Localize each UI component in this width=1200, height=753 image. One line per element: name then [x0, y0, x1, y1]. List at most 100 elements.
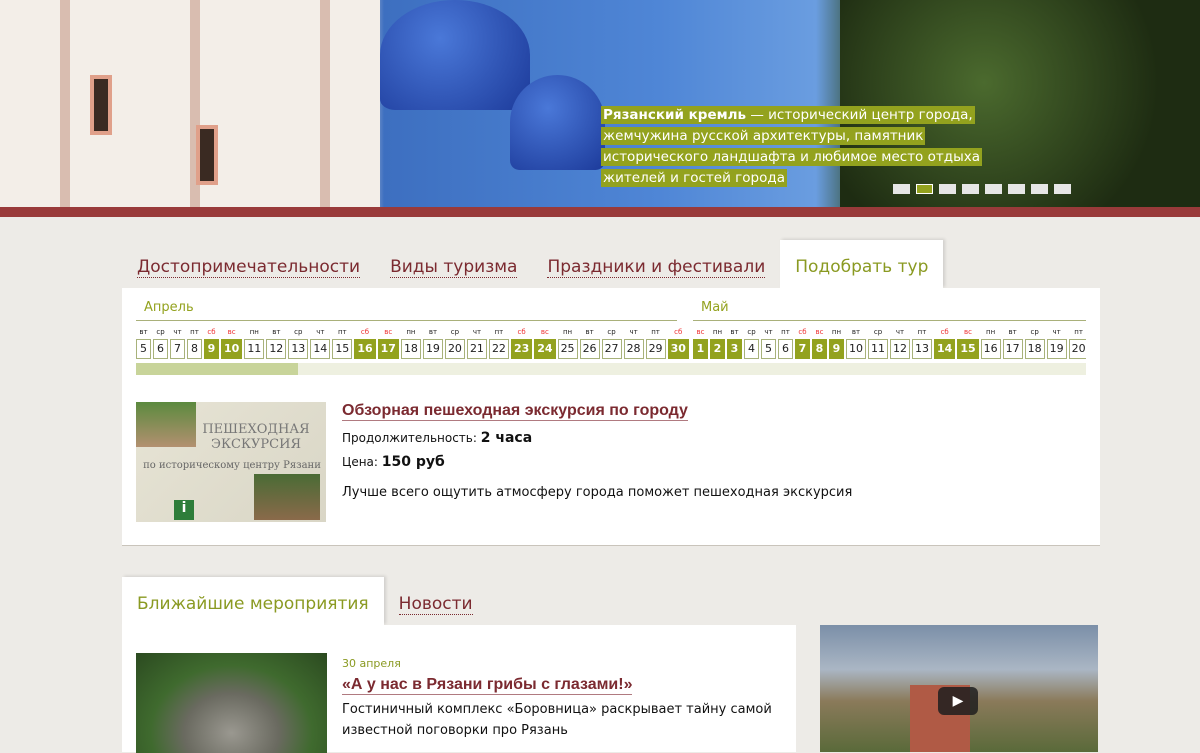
day-number[interactable]: 29 — [645, 339, 666, 359]
calendar-day[interactable]: сб 7 — [795, 325, 810, 359]
day-number[interactable]: 7 — [170, 339, 185, 359]
calendar-day[interactable]: вт 12 — [266, 325, 287, 359]
day-number[interactable]: 10 — [221, 339, 243, 359]
calendar-day[interactable]: вс 17 — [377, 325, 399, 359]
day-number[interactable]: 12 — [890, 339, 910, 359]
calendar-day[interactable]: вт 26 — [579, 325, 600, 359]
day-number[interactable]: 13 — [288, 339, 309, 359]
slider-dot[interactable] — [985, 184, 1002, 194]
tab[interactable]: Ближайшие мероприятия — [122, 577, 384, 625]
slider-dot[interactable] — [1008, 184, 1025, 194]
day-number[interactable]: 7 — [795, 339, 810, 359]
slider-dot[interactable] — [1054, 184, 1071, 194]
day-number[interactable]: 17 — [1002, 339, 1023, 359]
calendar-day[interactable]: вс 24 — [534, 325, 556, 359]
calendar-day[interactable]: чт 12 — [890, 325, 910, 359]
day-number[interactable]: 16 — [980, 339, 1001, 359]
calendar-day[interactable]: ср 11 — [868, 325, 888, 359]
day-number[interactable]: 9 — [204, 339, 219, 359]
slider-dot[interactable] — [893, 184, 910, 194]
calendar-day[interactable]: чт 7 — [170, 325, 185, 359]
calendar-day[interactable]: вс 10 — [221, 325, 243, 359]
calendar-day[interactable]: вт 5 — [136, 325, 151, 359]
calendar-day[interactable]: пн 18 — [400, 325, 421, 359]
event-title-link[interactable]: «А у нас в Рязани грибы с глазами!» — [342, 676, 633, 695]
calendar-scroll-thumb[interactable] — [136, 363, 298, 375]
calendar-day[interactable]: пт 22 — [488, 325, 509, 359]
day-number[interactable]: 14 — [310, 339, 331, 359]
slider-dot[interactable] — [1031, 184, 1048, 194]
day-number[interactable]: 21 — [466, 339, 487, 359]
day-number[interactable]: 27 — [601, 339, 622, 359]
video-player[interactable]: ▶ — [820, 625, 1098, 752]
tab[interactable]: Новости — [384, 577, 488, 625]
calendar-day[interactable]: пн 11 — [244, 325, 265, 359]
calendar-day[interactable]: пт 29 — [645, 325, 666, 359]
calendar-day[interactable]: чт 5 — [761, 325, 776, 359]
calendar-scrollbar[interactable] — [136, 363, 1086, 375]
calendar-day[interactable]: чт 19 — [1046, 325, 1067, 359]
calendar-day[interactable]: сб 23 — [510, 325, 533, 359]
calendar-day[interactable]: сб 14 — [934, 325, 956, 359]
calendar-day[interactable]: ср 4 — [744, 325, 759, 359]
calendar-day[interactable]: пн 9 — [829, 325, 844, 359]
calendar-day[interactable]: вт 10 — [846, 325, 866, 359]
calendar-day[interactable]: пт 8 — [187, 325, 202, 359]
calendar-day[interactable]: сб 16 — [354, 325, 376, 359]
day-number[interactable]: 12 — [266, 339, 287, 359]
slider-dot[interactable] — [962, 184, 979, 194]
day-number[interactable]: 6 — [778, 339, 793, 359]
day-number[interactable]: 18 — [1024, 339, 1045, 359]
day-number[interactable]: 11 — [244, 339, 265, 359]
calendar-day[interactable]: вс 8 — [812, 325, 827, 359]
day-number[interactable]: 4 — [744, 339, 759, 359]
calendar-day[interactable]: пн 25 — [557, 325, 578, 359]
calendar-day[interactable]: ср 27 — [601, 325, 622, 359]
day-number[interactable]: 3 — [727, 339, 742, 359]
day-number[interactable]: 8 — [812, 339, 827, 359]
day-number[interactable]: 25 — [557, 339, 578, 359]
day-number[interactable]: 5 — [136, 339, 151, 359]
day-number[interactable]: 13 — [912, 339, 932, 359]
tab[interactable]: Праздники и фестивали — [532, 240, 780, 288]
play-icon[interactable]: ▶ — [938, 687, 978, 715]
day-number[interactable]: 19 — [1046, 339, 1067, 359]
event-image[interactable] — [136, 653, 327, 753]
day-number[interactable]: 10 — [846, 339, 866, 359]
tab[interactable]: Достопримечательности — [122, 240, 375, 288]
calendar-day[interactable]: пт 20 — [1068, 325, 1086, 359]
calendar-day[interactable]: ср 20 — [444, 325, 465, 359]
calendar-day[interactable]: чт 21 — [466, 325, 487, 359]
calendar-day[interactable]: чт 28 — [623, 325, 644, 359]
calendar-day[interactable]: пт 13 — [912, 325, 932, 359]
calendar-day[interactable]: вт 3 — [727, 325, 742, 359]
calendar-day[interactable]: вт 17 — [1002, 325, 1023, 359]
day-number[interactable]: 24 — [534, 339, 556, 359]
calendar-day[interactable]: пн 2 — [710, 325, 725, 359]
day-number[interactable]: 17 — [377, 339, 399, 359]
calendar-day[interactable]: вс 1 — [693, 325, 708, 359]
tour-title-link[interactable]: Обзорная пешеходная экскурсия по городу — [342, 402, 688, 421]
day-number[interactable]: 30 — [667, 339, 689, 359]
day-number[interactable]: 2 — [710, 339, 725, 359]
calendar-day[interactable]: ср 6 — [153, 325, 168, 359]
day-number[interactable]: 23 — [510, 339, 533, 359]
calendar-day[interactable]: пт 15 — [332, 325, 353, 359]
day-number[interactable]: 19 — [422, 339, 443, 359]
day-number[interactable]: 26 — [579, 339, 600, 359]
calendar-day[interactable]: пн 16 — [980, 325, 1001, 359]
day-number[interactable]: 28 — [623, 339, 644, 359]
calendar-day[interactable]: сб 30 — [667, 325, 689, 359]
day-number[interactable]: 16 — [354, 339, 376, 359]
day-number[interactable]: 9 — [829, 339, 844, 359]
day-number[interactable]: 5 — [761, 339, 776, 359]
day-number[interactable]: 20 — [444, 339, 465, 359]
day-number[interactable]: 11 — [868, 339, 888, 359]
day-number[interactable]: 14 — [934, 339, 956, 359]
day-number[interactable]: 18 — [400, 339, 421, 359]
calendar-day[interactable]: вс 15 — [957, 325, 979, 359]
calendar-day[interactable]: вт 19 — [422, 325, 443, 359]
tab[interactable]: Виды туризма — [375, 240, 532, 288]
calendar-day[interactable]: сб 9 — [204, 325, 219, 359]
calendar-day[interactable]: чт 14 — [310, 325, 331, 359]
